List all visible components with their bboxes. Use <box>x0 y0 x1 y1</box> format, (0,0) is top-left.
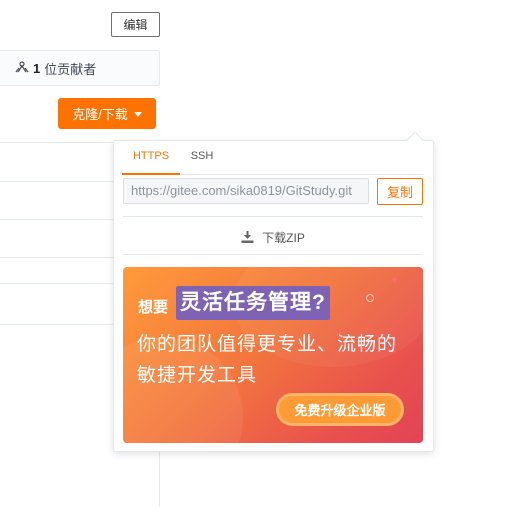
clone-download-button[interactable]: 克隆/下载 <box>58 98 156 129</box>
edit-button[interactable]: 编辑 <box>111 12 160 37</box>
promo-want-label: 想要 <box>138 299 169 316</box>
contributors-label: 位贡献者 <box>44 61 97 77</box>
promo-banner[interactable]: + 想要 灵活任务管理? 你的团队值得更专业、流畅的 敏捷开发工具 免费升级企业… <box>123 267 423 443</box>
list-row <box>0 257 114 258</box>
divider <box>123 254 423 255</box>
contributors-bar[interactable]: 1 位贡献者 <box>0 50 160 86</box>
circle-decoration <box>366 294 374 302</box>
upgrade-enterprise-button[interactable]: 免费升级企业版 <box>276 393 404 426</box>
caret-down-icon <box>133 111 142 117</box>
plus-icon: + <box>391 273 399 287</box>
tab-https[interactable]: HTTPS <box>122 146 180 175</box>
download-zip-link[interactable]: 下载ZIP <box>123 226 423 248</box>
divider <box>123 216 423 217</box>
file-list-background <box>0 142 114 325</box>
list-row <box>0 324 114 325</box>
protocol-tabs: HTTPS SSH <box>122 146 424 175</box>
clone-url-input[interactable]: https://gitee.com/sika0819/GitStudy.git <box>123 178 369 204</box>
divider <box>159 452 160 507</box>
list-row <box>0 283 114 284</box>
tab-ssh[interactable]: SSH <box>186 146 218 174</box>
promo-line-2: 敏捷开发工具 <box>137 365 258 386</box>
download-icon <box>241 231 254 243</box>
contributors-icon <box>15 60 29 76</box>
list-row <box>0 181 114 182</box>
download-zip-label: 下载ZIP <box>262 230 305 245</box>
list-row <box>0 219 114 220</box>
copy-button[interactable]: 复制 <box>377 178 423 205</box>
contributors-count: 1 <box>33 60 41 76</box>
promo-line-1: 你的团队值得更专业、流畅的 <box>137 334 398 355</box>
clone-download-label: 克隆/下载 <box>72 107 128 122</box>
promo-highlight: 灵活任务管理? <box>176 286 330 320</box>
